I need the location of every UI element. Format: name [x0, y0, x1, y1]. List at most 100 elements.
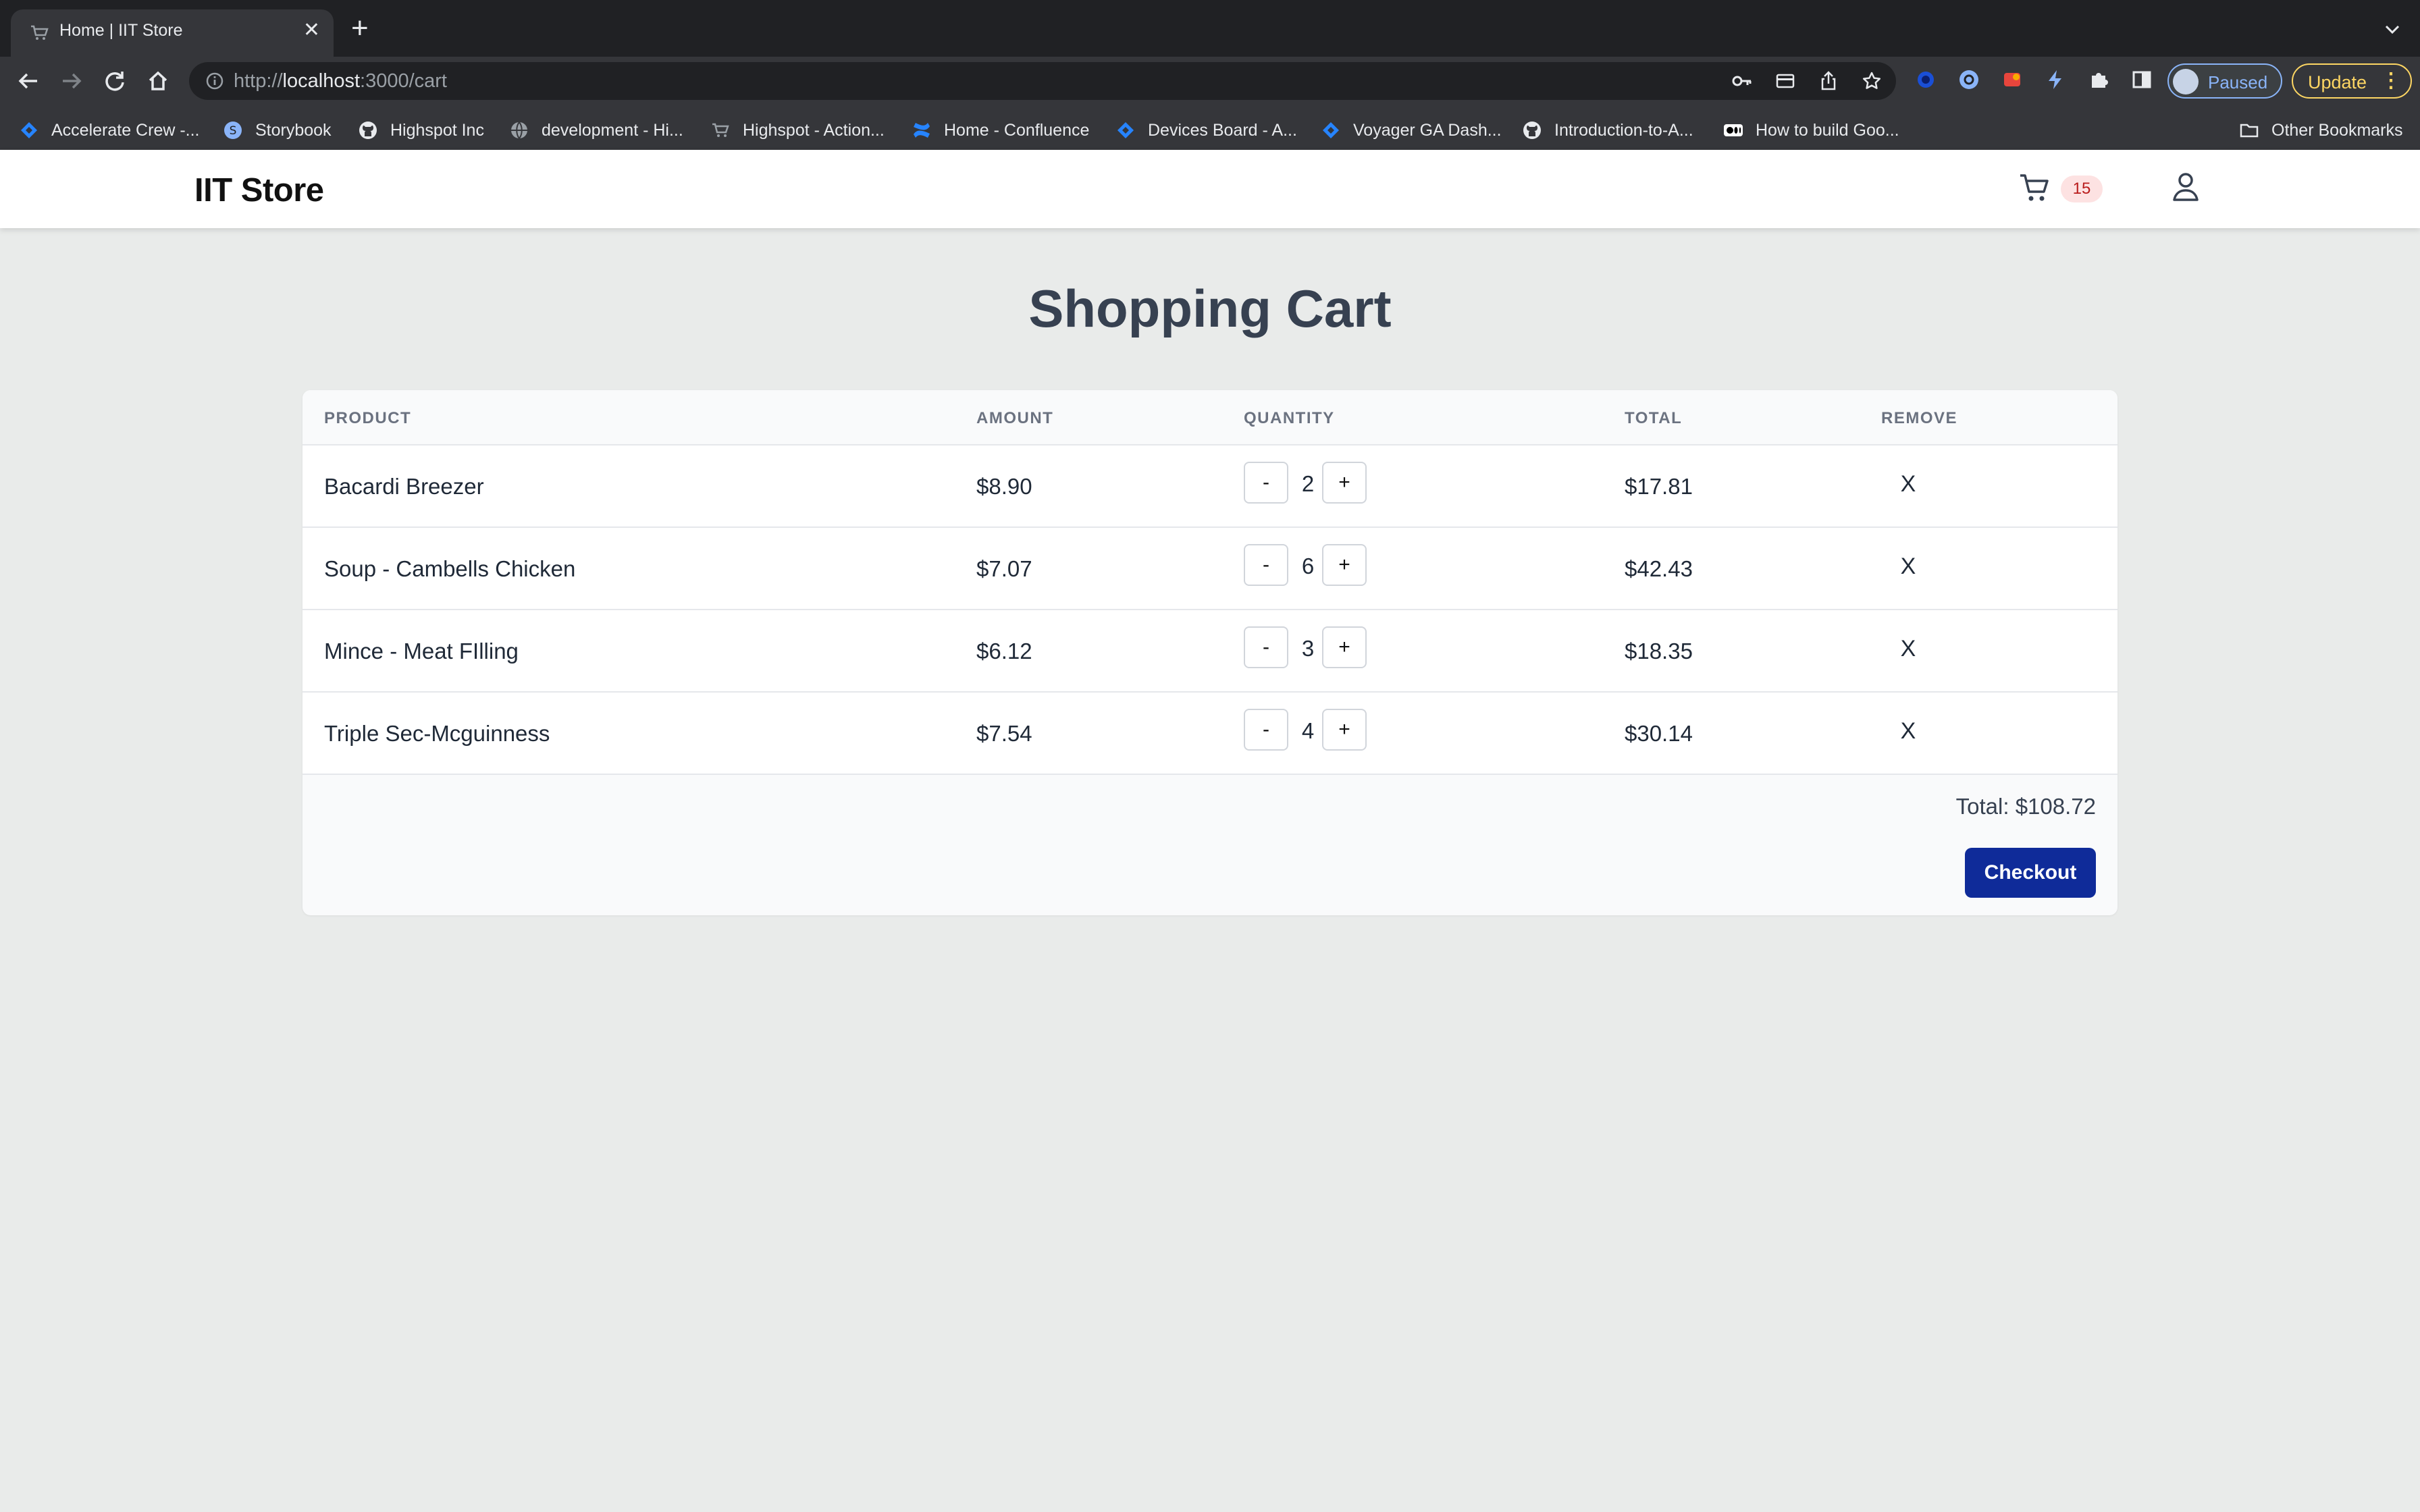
remove-item-button[interactable]: X	[1895, 636, 1922, 662]
new-tab-button[interactable]: +	[351, 14, 369, 43]
table-header: PRODUCT AMOUNT QUANTITY TOTAL REMOVE	[302, 390, 2118, 446]
decrement-quantity-button[interactable]: -	[1244, 626, 1288, 668]
line-total: $30.14	[1625, 721, 1693, 746]
bookmark-item[interactable]: How to build Goo...	[1723, 111, 1899, 150]
url-scheme: http://	[234, 70, 283, 92]
remove-item-button[interactable]: X	[1895, 554, 1922, 580]
folder-icon	[2240, 124, 2259, 138]
key-icon[interactable]	[1731, 70, 1753, 92]
product-amount: $7.07	[976, 556, 1032, 581]
table-row: Bacardi Breezer $8.90 - 2 + $17.81 X	[302, 446, 2118, 528]
confluence-icon	[914, 123, 930, 138]
product-amount: $6.12	[976, 639, 1032, 664]
bookmark-label: Introduction-to-A...	[1554, 120, 1693, 140]
user-icon[interactable]	[2167, 169, 2204, 205]
tab-title: Home | IIT Store	[59, 21, 183, 40]
quantity-value: 2	[1301, 471, 1315, 496]
update-button[interactable]: Update ⋮	[2292, 63, 2412, 99]
line-total: $18.35	[1625, 639, 1693, 664]
bookmark-item[interactable]: Devices Board - A...	[1115, 111, 1297, 150]
github-icon	[359, 122, 377, 139]
product-name: Bacardi Breezer	[324, 474, 484, 499]
brand-logo[interactable]: IIT Store	[194, 171, 324, 209]
extension-lightning-icon[interactable]	[2043, 68, 2068, 92]
forward-arrow-icon	[63, 73, 82, 89]
column-header-product: PRODUCT	[324, 409, 412, 427]
profile-avatar	[2173, 69, 2199, 94]
page-title: Shopping Cart	[1028, 279, 1392, 338]
bookmark-item[interactable]: Introduction-to-A...	[1522, 111, 1693, 150]
cart-table: PRODUCT AMOUNT QUANTITY TOTAL REMOVE Bac…	[302, 390, 2118, 915]
reload-button[interactable]	[100, 66, 130, 96]
increment-quantity-button[interactable]: +	[1322, 544, 1367, 586]
column-header-remove: REMOVE	[1881, 409, 1958, 427]
decrement-quantity-button[interactable]: -	[1244, 709, 1288, 751]
jira-icon	[1323, 122, 1339, 138]
table-row: Triple Sec-Mcguinness $7.54 - 4 + $30.14…	[302, 693, 2118, 775]
bookmark-label: How to build Goo...	[1756, 120, 1899, 140]
column-header-quantity: QUANTITY	[1244, 409, 1335, 427]
bookmark-item[interactable]: S Storybook	[223, 111, 332, 150]
bookmark-item[interactable]: Highspot - Action...	[710, 111, 885, 150]
increment-quantity-button[interactable]: +	[1322, 626, 1367, 668]
site-info-icon[interactable]	[205, 72, 224, 90]
bookmark-label: Accelerate Crew -...	[51, 120, 200, 140]
extensions-puzzle-icon[interactable]	[2086, 68, 2111, 92]
profile-paused-button[interactable]: Paused	[2167, 63, 2282, 99]
back-button[interactable]	[14, 66, 43, 96]
remove-item-button[interactable]: X	[1895, 471, 1922, 497]
home-icon	[149, 71, 167, 90]
extension-red-icon[interactable]	[2000, 68, 2024, 92]
bookmark-item[interactable]: Voyager GA Dash...	[1321, 111, 1502, 150]
browser-tab-strip: Home | IIT Store ✕ +	[0, 0, 2420, 57]
increment-quantity-button[interactable]: +	[1322, 709, 1367, 751]
url-path: :3000/cart	[360, 70, 447, 92]
other-bookmarks-label: Other Bookmarks	[2271, 120, 2403, 140]
product-name: Soup - Cambells Chicken	[324, 556, 576, 581]
jira-icon	[21, 122, 37, 138]
bookmark-label: Storybook	[255, 120, 332, 140]
bookmark-item[interactable]: Accelerate Crew -...	[19, 111, 200, 150]
svg-text:S: S	[230, 124, 237, 138]
url-text[interactable]: http://localhost:3000/cart	[234, 70, 447, 92]
side-panel-icon[interactable]	[2130, 68, 2154, 92]
profile-status-label: Paused	[2208, 72, 2268, 92]
extension-at-icon[interactable]	[1957, 68, 1981, 92]
bookmark-label: Highspot Inc	[390, 120, 484, 140]
tab-search-chevron-icon[interactable]	[2382, 19, 2402, 39]
other-bookmarks-folder[interactable]: Other Bookmarks	[2239, 111, 2403, 150]
decrement-quantity-button[interactable]: -	[1244, 462, 1288, 504]
extension-blue-dot-icon[interactable]	[1914, 68, 1938, 92]
increment-quantity-button[interactable]: +	[1322, 462, 1367, 504]
bookmark-label: Voyager GA Dash...	[1353, 120, 1502, 140]
product-amount: $8.90	[976, 474, 1032, 499]
url-host: localhost	[282, 70, 361, 92]
line-total: $42.43	[1625, 556, 1693, 581]
menu-kebab-icon: ⋮	[2381, 70, 2401, 92]
bookmark-item[interactable]: Home - Confluence	[912, 111, 1089, 150]
bookmark-item[interactable]: Highspot Inc	[358, 111, 484, 150]
decrement-quantity-button[interactable]: -	[1244, 544, 1288, 586]
forward-button[interactable]	[57, 66, 86, 96]
bookmark-star-icon[interactable]	[1861, 70, 1883, 92]
medium-icon	[1724, 124, 1743, 136]
cart-icon	[712, 123, 729, 137]
cart-count-badge[interactable]: 15	[2061, 176, 2103, 202]
jira-icon	[1117, 122, 1134, 138]
cart-icon[interactable]	[2018, 170, 2053, 205]
address-bar[interactable]: http://localhost:3000/cart	[189, 62, 1896, 100]
bookmark-label: development - Hi...	[542, 120, 683, 140]
update-label: Update	[2308, 72, 2367, 92]
bookmark-label: Home - Confluence	[944, 120, 1090, 140]
product-amount: $7.54	[976, 721, 1032, 746]
bookmark-item[interactable]: development - Hi...	[509, 111, 683, 150]
card-icon[interactable]	[1774, 70, 1796, 92]
browser-tab[interactable]: Home | IIT Store ✕	[11, 9, 334, 57]
remove-item-button[interactable]: X	[1895, 718, 1922, 745]
tab-close-icon[interactable]: ✕	[303, 18, 320, 43]
checkout-button[interactable]: Checkout	[1965, 848, 2096, 898]
home-button[interactable]	[143, 66, 173, 96]
share-icon[interactable]	[1818, 70, 1839, 92]
app-header: IIT Store 15	[0, 150, 2420, 228]
quantity-value: 6	[1301, 554, 1315, 578]
